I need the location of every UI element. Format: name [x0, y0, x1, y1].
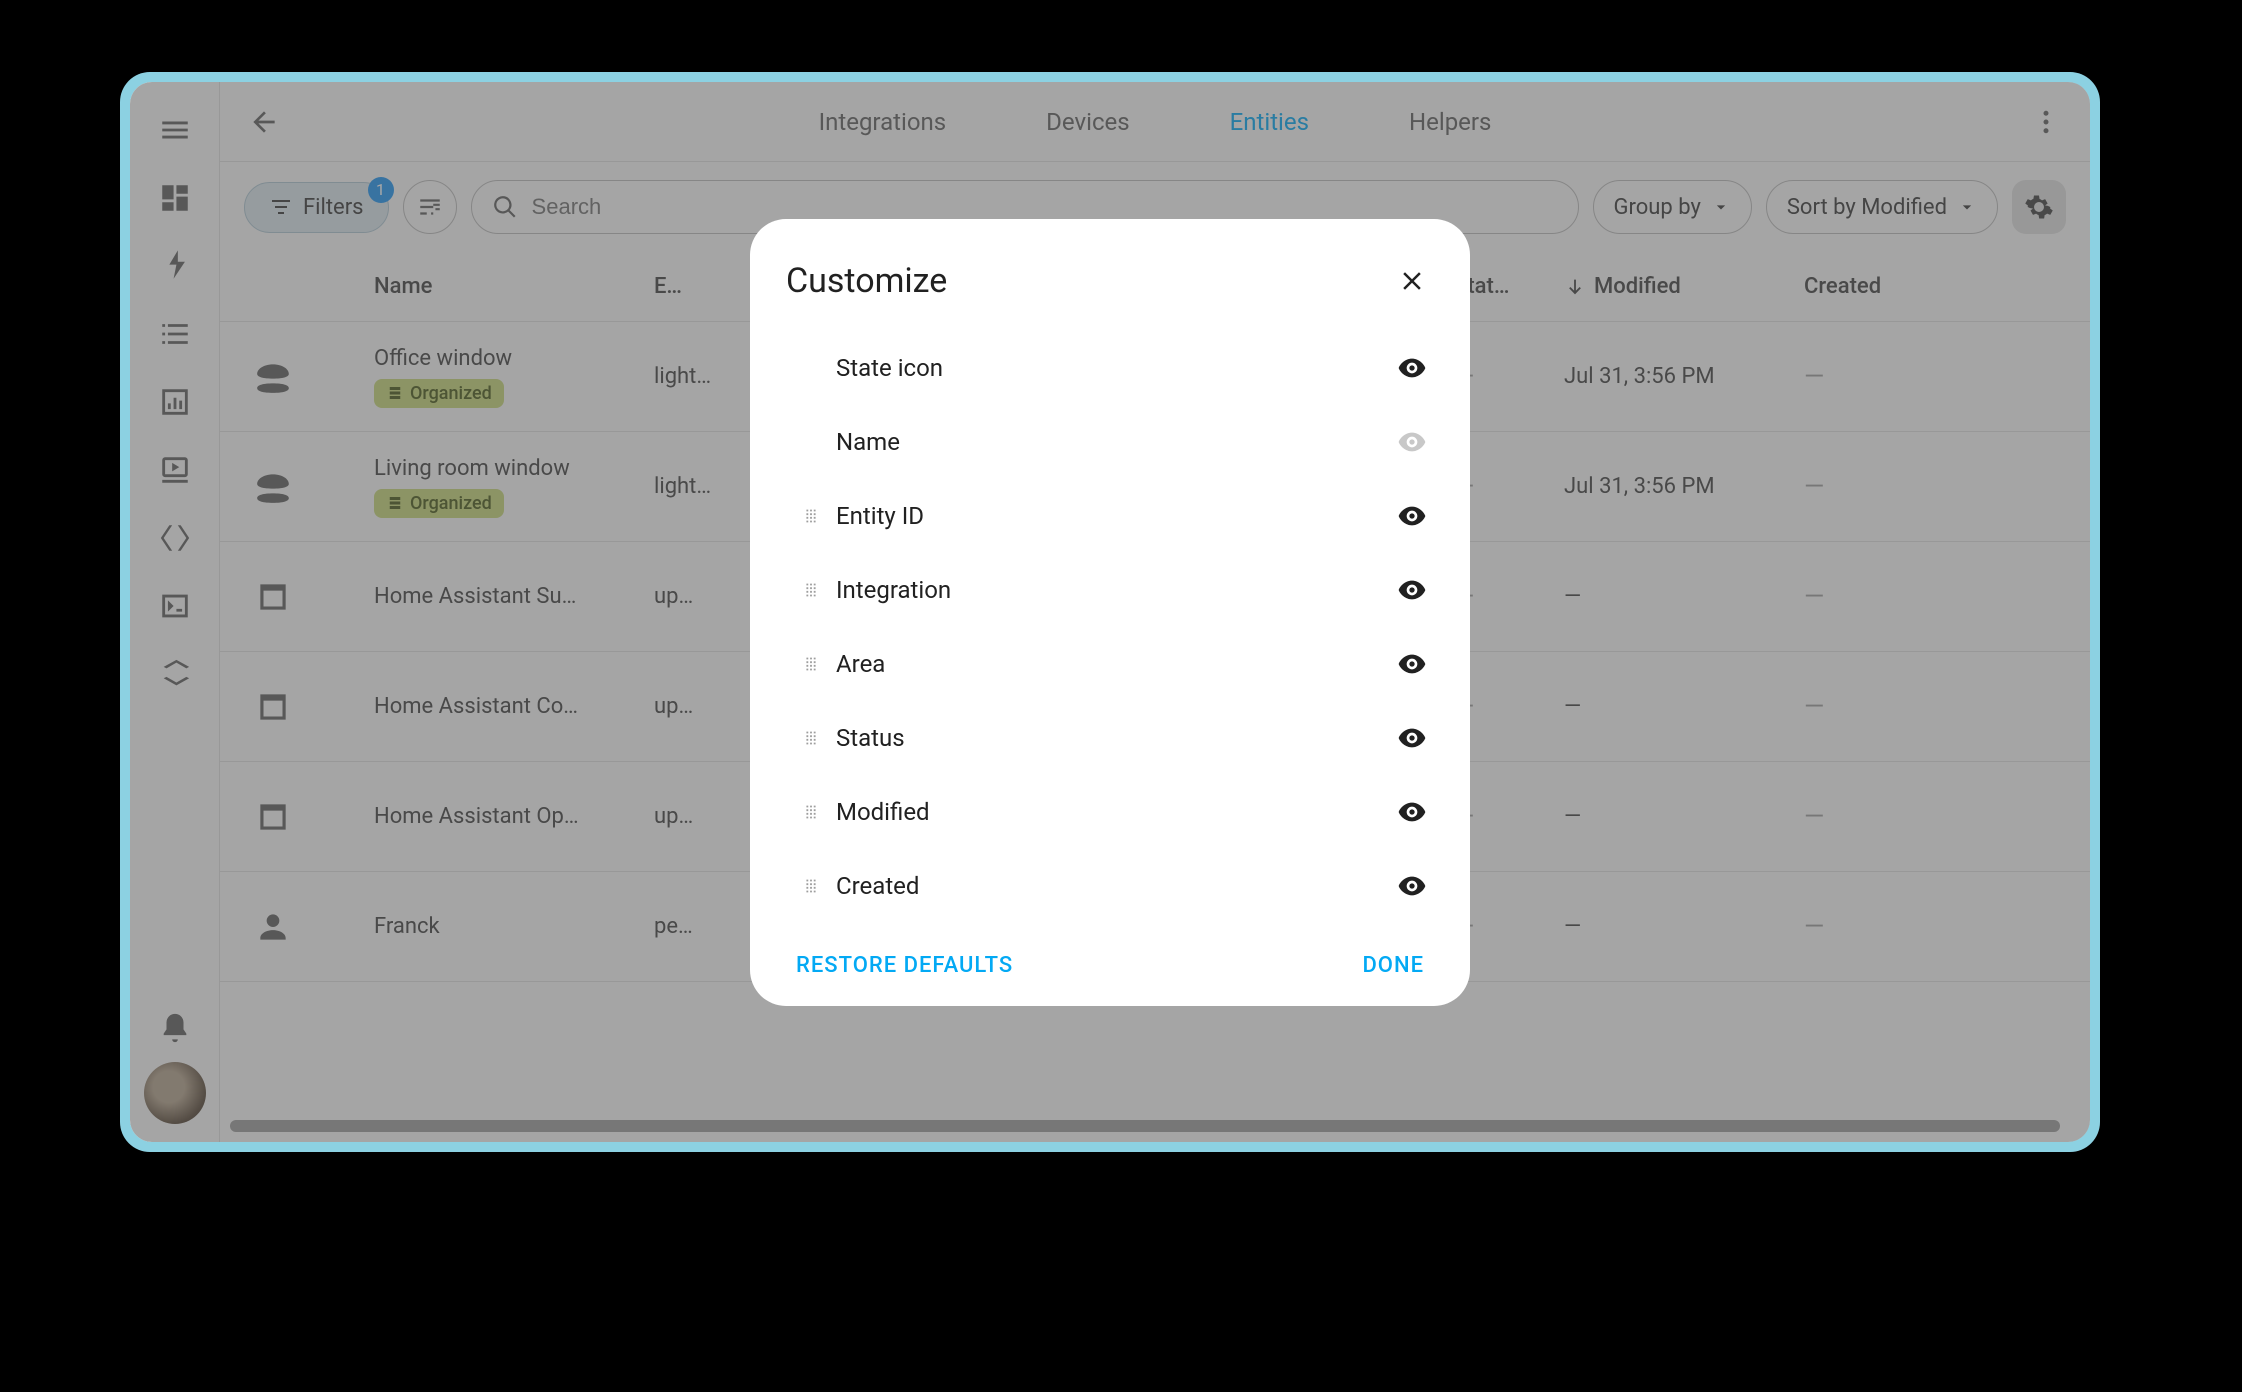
modal-backdrop[interactable]: Customize State icon Name Entity ID Inte… [130, 82, 2090, 1142]
drag-handle-icon[interactable] [786, 727, 836, 749]
column-label: Created [836, 872, 1390, 900]
column-label: Modified [836, 798, 1390, 826]
drag-handle-icon[interactable] [786, 653, 836, 675]
visibility-toggle[interactable] [1390, 864, 1434, 908]
column-item: Status [786, 701, 1434, 775]
visibility-toggle[interactable] [1390, 346, 1434, 390]
drag-handle-icon[interactable] [786, 875, 836, 897]
visibility-toggle[interactable] [1390, 568, 1434, 612]
visibility-toggle[interactable] [1390, 790, 1434, 834]
column-label: Integration [836, 576, 1390, 604]
column-item: State icon [786, 331, 1434, 405]
visibility-toggle[interactable] [1390, 494, 1434, 538]
visibility-toggle[interactable] [1390, 716, 1434, 760]
drag-handle-icon[interactable] [786, 505, 836, 527]
drag-handle-icon[interactable] [786, 579, 836, 601]
column-label: State icon [836, 354, 1390, 382]
dialog-items: State icon Name Entity ID Integration Ar… [786, 331, 1434, 923]
visibility-toggle[interactable] [1390, 420, 1434, 464]
column-label: Area [836, 650, 1390, 678]
close-button[interactable] [1390, 259, 1434, 303]
dialog-title: Customize [786, 261, 947, 301]
column-item: Area [786, 627, 1434, 701]
column-item: Integration [786, 553, 1434, 627]
restore-defaults-button[interactable]: RESTORE DEFAULTS [796, 953, 1013, 978]
column-item: Name [786, 405, 1434, 479]
done-button[interactable]: DONE [1362, 953, 1424, 978]
column-label: Entity ID [836, 502, 1390, 530]
column-item: Entity ID [786, 479, 1434, 553]
visibility-toggle[interactable] [1390, 642, 1434, 686]
column-label: Status [836, 724, 1390, 752]
customize-dialog: Customize State icon Name Entity ID Inte… [750, 219, 1470, 1006]
column-item: Modified [786, 775, 1434, 849]
column-item: Created [786, 849, 1434, 923]
column-label: Name [836, 428, 1390, 456]
close-icon [1397, 266, 1427, 296]
drag-handle-icon[interactable] [786, 801, 836, 823]
